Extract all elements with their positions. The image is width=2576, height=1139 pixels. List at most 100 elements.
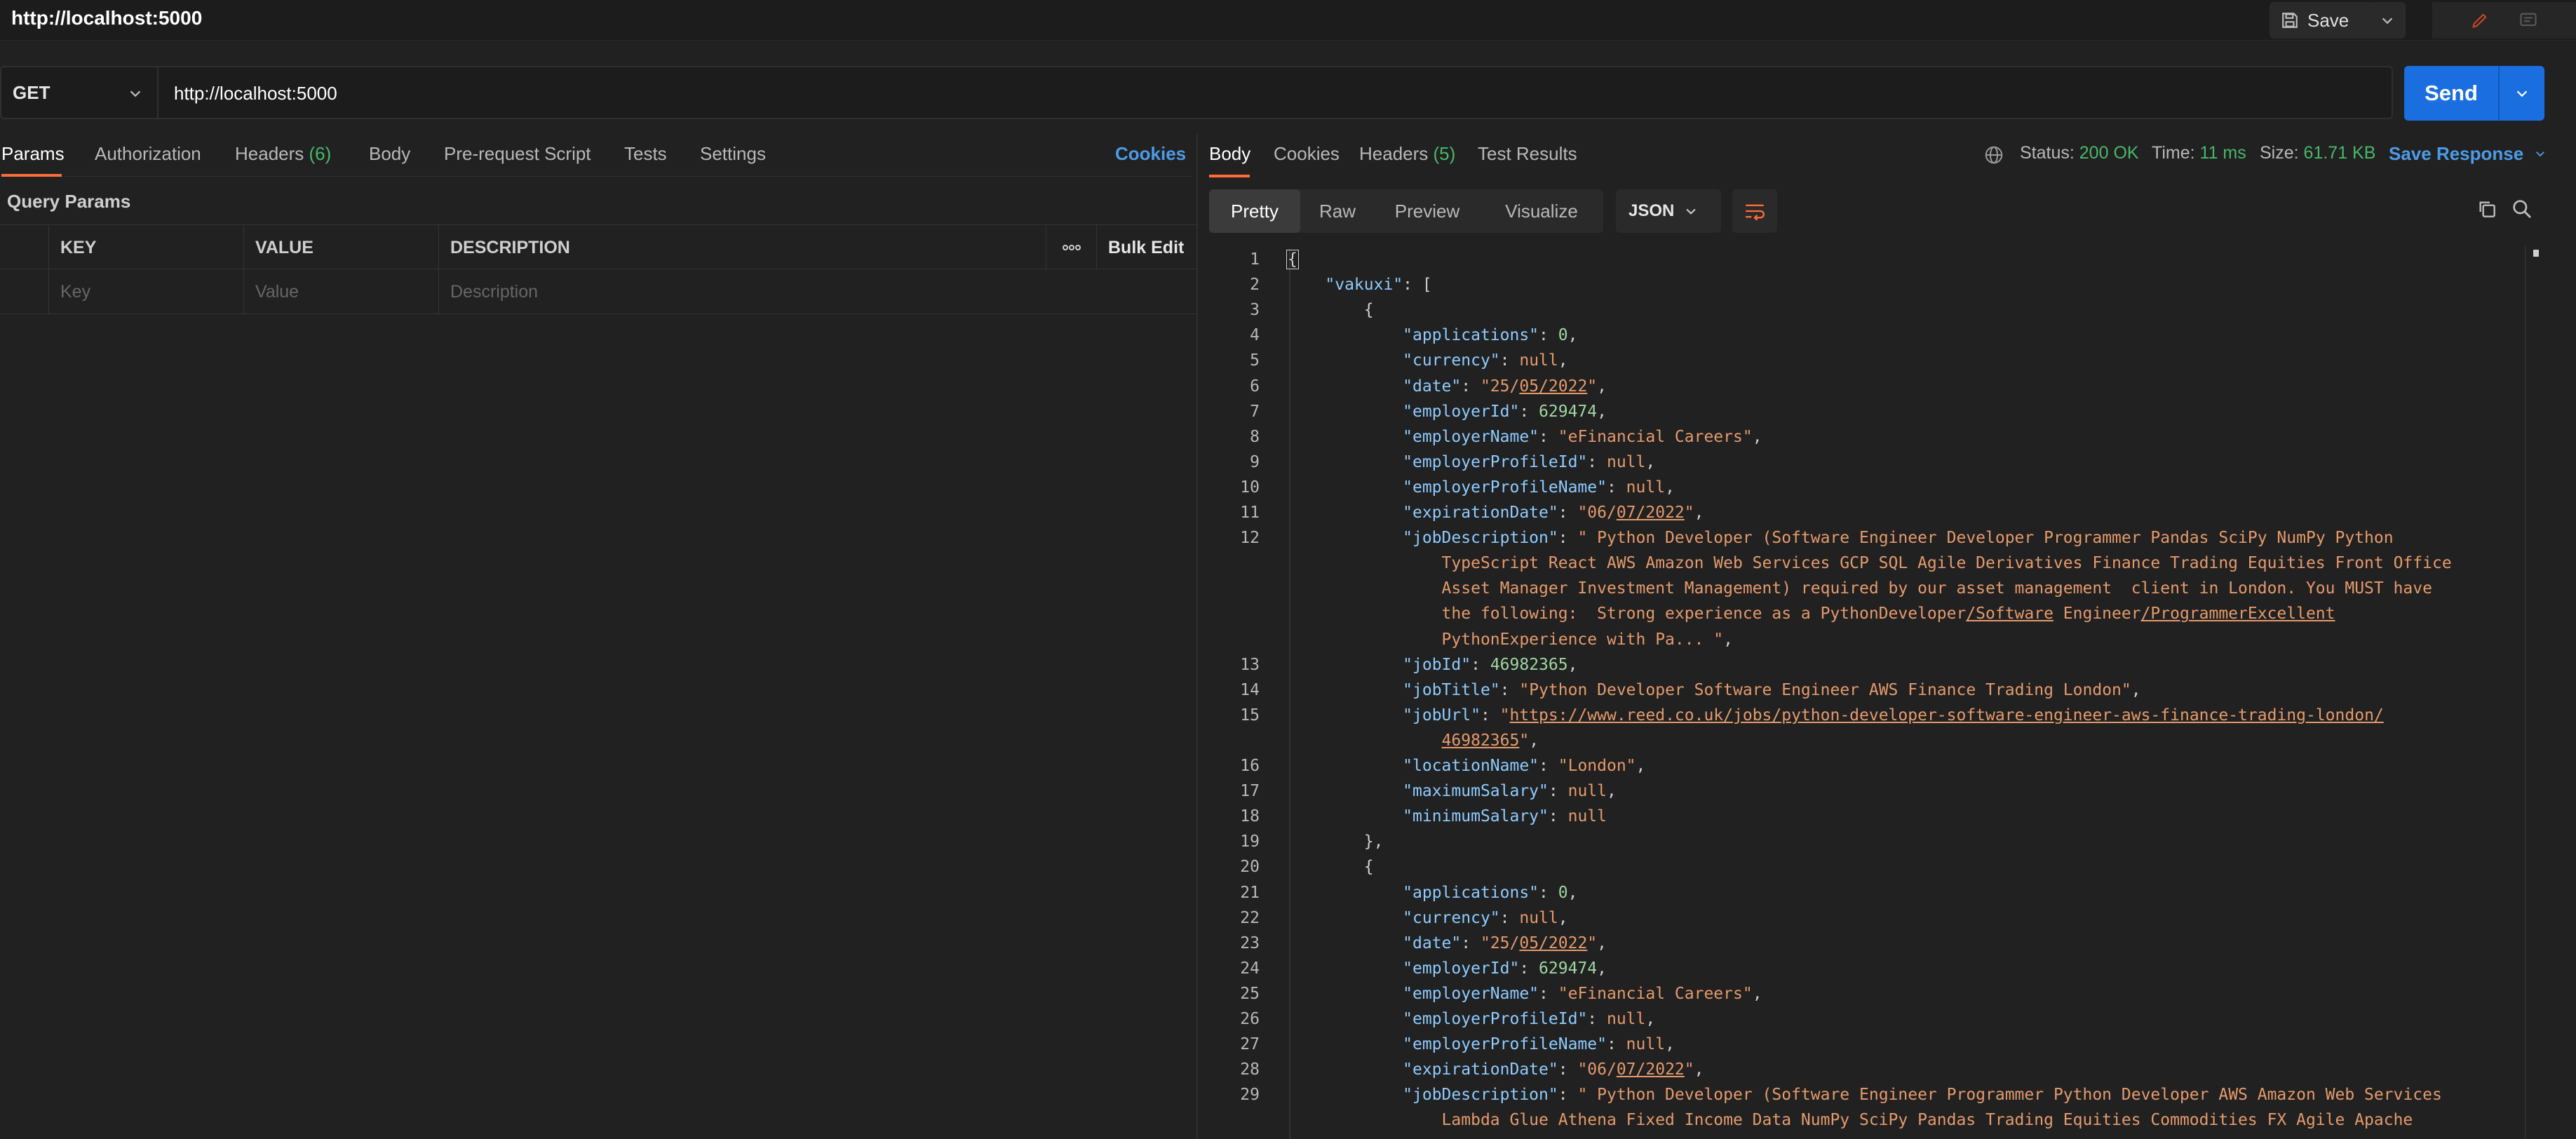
tab-body[interactable]: Body	[369, 143, 410, 165]
tab-response-headers[interactable]: Headers (5)	[1359, 143, 1455, 165]
pencil-icon[interactable]	[2470, 11, 2490, 30]
code-token: "maximumSalary"	[1403, 782, 1549, 801]
code-token: :	[1606, 1035, 1626, 1054]
tab-settings[interactable]: Settings	[700, 143, 766, 165]
code-token: "	[1587, 377, 1598, 396]
key-input[interactable]: Key	[49, 269, 244, 314]
code-line: "minimumSalary": null	[1286, 807, 1607, 825]
checkbox-column	[0, 225, 49, 270]
tab-pre-request-script[interactable]: Pre-request Script	[444, 143, 591, 165]
code-token: ,	[1558, 351, 1568, 370]
code-token: },	[1286, 833, 1384, 851]
mode-preview[interactable]: Preview	[1375, 189, 1480, 233]
code-token: "jobUrl"	[1403, 706, 1481, 724]
mode-visualize[interactable]: Visualize	[1480, 189, 1603, 233]
tab-test-results[interactable]: Test Results	[1478, 143, 1577, 165]
description-input[interactable]: Description	[439, 269, 1196, 314]
code-token: null	[1567, 782, 1607, 801]
response-body-viewer[interactable]: 1{2 "vakuxi": [3 {4 "applications": 0, 5 …	[1209, 249, 2542, 1139]
tab-response-cookies[interactable]: Cookies	[1274, 143, 1340, 165]
code-token: :	[1539, 984, 1558, 1003]
code-line: "employerId": 629474,	[1286, 403, 1607, 421]
code-token: Lambda Glue Athena Fixed Income Data Num…	[1286, 1111, 2413, 1130]
mode-pretty[interactable]: Pretty	[1209, 189, 1300, 233]
code-line: "jobUrl": "https://www.reed.co.uk/jobs/p…	[1286, 706, 2384, 724]
code-token: "minimumSalary"	[1403, 807, 1549, 826]
code-token: "employerName"	[1403, 984, 1539, 1003]
search-icon[interactable]	[2511, 198, 2533, 220]
code-token: "vakuxi"	[1325, 276, 1403, 295]
code-line: Lambda Glue Athena Fixed Income Data Num…	[1286, 1111, 2413, 1129]
code-token: ,	[1645, 1010, 1656, 1028]
code-token: ,	[1606, 782, 1617, 801]
code-token: :	[1480, 706, 1500, 724]
response-size[interactable]: Size: 61.71 KB	[2260, 143, 2375, 163]
body-view-modes: Pretty Raw Preview Visualize	[1209, 189, 1603, 233]
scrollbar[interactable]	[2525, 245, 2535, 1139]
send-options-button[interactable]	[2500, 86, 2544, 101]
response-status[interactable]: Status: 200 OK	[2020, 143, 2139, 163]
chevron-down-icon	[2516, 90, 2528, 97]
code-token: the following: Strong experience as a Py…	[1286, 605, 1967, 624]
line-number: 7	[1250, 402, 1260, 421]
code-token: "06/	[1577, 1060, 1617, 1079]
more-options-button[interactable]	[1046, 225, 1097, 270]
code-token: "	[1499, 706, 1510, 724]
code-line: "date": "25/05/2022",	[1286, 934, 1607, 952]
code-token: ,	[1636, 757, 1646, 775]
code-token: 05/2022	[1519, 377, 1588, 396]
method-select[interactable]: GET	[1, 67, 159, 118]
tab-label: Cookies	[1274, 143, 1340, 164]
chevron-down-icon	[2536, 151, 2545, 157]
code-token: :	[1558, 504, 1578, 522]
code-token: {	[1286, 250, 1299, 269]
code-token: 46982365	[1490, 655, 1568, 674]
code-token: :	[1539, 326, 1558, 345]
tab-response-body[interactable]: Body	[1209, 143, 1250, 165]
mode-raw[interactable]: Raw	[1300, 189, 1375, 233]
globe-icon[interactable]	[1983, 144, 2004, 166]
response-time[interactable]: Time: 11 ms	[2152, 143, 2246, 163]
format-select[interactable]: JSON	[1616, 189, 1721, 233]
code-token: null	[1626, 1035, 1666, 1054]
time-value: 11 ms	[2199, 143, 2246, 163]
line-number: 13	[1240, 655, 1260, 674]
line-number: 21	[1240, 883, 1260, 902]
method-value: GET	[13, 81, 50, 103]
code-line: "currency": null,	[1286, 351, 1568, 370]
scrollbar-thumb[interactable]	[2533, 250, 2539, 257]
tab-params[interactable]: Params	[1, 143, 65, 165]
query-params-title: Query Params	[7, 191, 131, 212]
code-line: "jobId": 46982365,	[1286, 656, 1577, 674]
response-tabs: Body Cookies Headers (5) Test Results St…	[1203, 133, 2576, 177]
tab-tests[interactable]: Tests	[624, 143, 667, 165]
code-token: :	[1461, 934, 1481, 952]
save-response-button[interactable]: Save Response	[2389, 143, 2547, 165]
code-line: "applications": 0,	[1286, 326, 1577, 344]
panel-divider[interactable]	[1196, 133, 1198, 1139]
copy-icon[interactable]	[2476, 198, 2498, 220]
value-input[interactable]: Value	[244, 269, 439, 314]
line-number: 25	[1240, 984, 1260, 1003]
code-token: Asset Manager Investment Management) req…	[1286, 579, 2432, 598]
bulk-edit-button[interactable]: Bulk Edit	[1097, 225, 1196, 270]
save-options-button[interactable]	[2369, 2, 2406, 39]
wrap-lines-button[interactable]	[1732, 189, 1777, 233]
wrap-lines-icon	[1746, 204, 1765, 221]
cookies-link[interactable]: Cookies	[1115, 143, 1186, 165]
save-button[interactable]: Save	[2270, 2, 2375, 39]
url-input[interactable]: http://localhost:5000	[174, 83, 337, 105]
tab-authorization[interactable]: Authorization	[95, 143, 201, 165]
code-token: "employerProfileId"	[1403, 1010, 1588, 1028]
send-button[interactable]: Send	[2404, 81, 2498, 106]
comment-icon[interactable]	[2518, 11, 2539, 30]
code-line: "maximumSalary": null,	[1286, 782, 1617, 800]
request-title[interactable]: http://localhost:5000	[11, 7, 202, 29]
tab-headers[interactable]: Headers (6)	[235, 143, 331, 165]
